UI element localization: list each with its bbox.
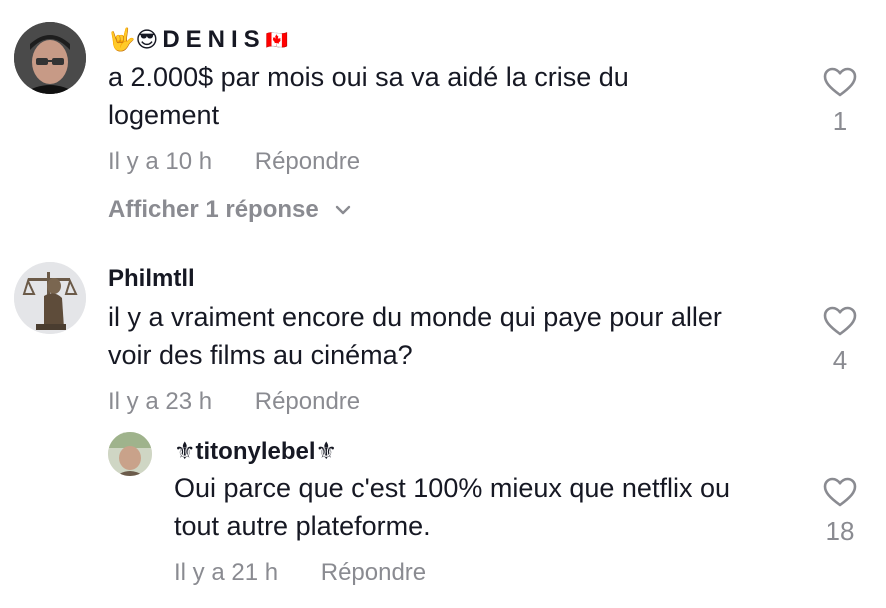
reply-button[interactable]: Répondre bbox=[255, 148, 360, 175]
username-text: Philmtll bbox=[108, 265, 195, 292]
timestamp: Il y a 21 h bbox=[174, 559, 279, 586]
like-count: 1 bbox=[832, 106, 848, 136]
view-replies-button[interactable]: Afficher 1 réponse bbox=[108, 196, 353, 224]
like-count: 4 bbox=[832, 345, 848, 375]
username-denis[interactable]: 🤟😎 DENIS 🇨🇦 bbox=[108, 26, 288, 54]
avatar-titonylebel[interactable] bbox=[108, 432, 152, 476]
comment-text-denis: a 2.000$ par mois oui sa va aidé la cris… bbox=[108, 62, 629, 130]
heart-icon bbox=[823, 477, 857, 507]
comment-text-titonylebel: Oui parce que c'est 100% mieux que netfl… bbox=[174, 473, 730, 541]
reply-button[interactable]: Répondre bbox=[321, 559, 426, 586]
timestamp: Il y a 10 h bbox=[108, 148, 213, 175]
avatar-philmtll[interactable] bbox=[14, 262, 86, 334]
username-titonylebel[interactable]: ⚜titonylebel⚜ bbox=[174, 437, 337, 466]
comment-meta-denis: Il y a 10 h Répondre bbox=[108, 148, 360, 176]
username-text: ⚜titonylebel⚜ bbox=[174, 438, 338, 465]
chevron-down-icon bbox=[335, 205, 350, 215]
heart-icon bbox=[823, 67, 857, 97]
timestamp: Il y a 23 h bbox=[108, 388, 213, 415]
like-button-titonylebel[interactable]: 18 bbox=[820, 476, 860, 547]
avatar-denis[interactable] bbox=[14, 22, 86, 94]
like-button-denis[interactable]: 1 bbox=[820, 66, 860, 137]
comment-meta-philmtll: Il y a 23 h Répondre bbox=[108, 388, 360, 416]
like-button-philmtll[interactable]: 4 bbox=[820, 305, 860, 376]
comment-meta-titonylebel: Il y a 21 h Répondre bbox=[174, 559, 426, 587]
like-count: 18 bbox=[825, 516, 855, 546]
reply-button[interactable]: Répondre bbox=[255, 388, 360, 415]
username-text: DENIS bbox=[162, 26, 266, 53]
heart-icon bbox=[823, 306, 857, 336]
username-philmtll[interactable]: Philmtll bbox=[108, 265, 195, 293]
comment-text-philmtll: il y a vraiment encore du monde qui paye… bbox=[108, 302, 722, 370]
